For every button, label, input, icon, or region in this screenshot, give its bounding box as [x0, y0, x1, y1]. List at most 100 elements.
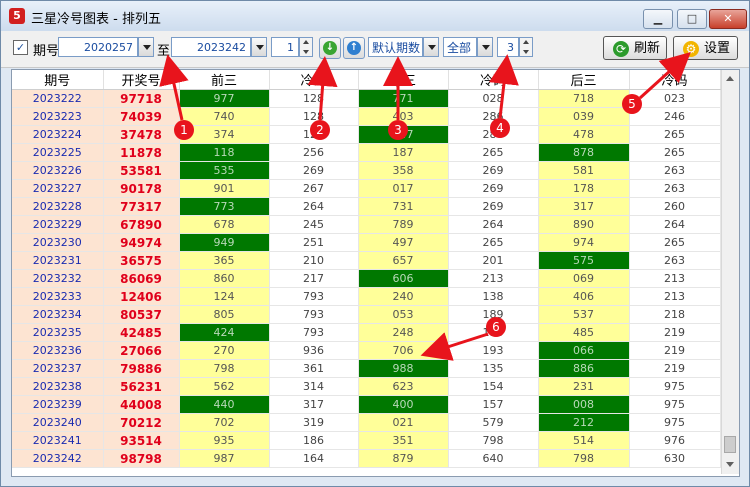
period-cell[interactable]: 2023242 [12, 449, 104, 468]
back-three-cell[interactable]: 406 [538, 287, 630, 306]
draw-number-cell[interactable]: 53581 [103, 161, 180, 180]
table-row[interactable]: 2023236 27066 270 936 706 193 066 219 [12, 341, 721, 360]
front-three-cell[interactable]: 987 [179, 449, 270, 468]
maximize-button[interactable]: □ [677, 9, 707, 29]
middle-cold-cell[interactable]: 213 [448, 269, 539, 288]
middle-three-cell[interactable]: 606 [358, 269, 449, 288]
period-checkbox[interactable]: ✓ [13, 40, 28, 55]
period-cell[interactable]: 2023226 [12, 161, 104, 180]
period-cell[interactable]: 2023233 [12, 287, 104, 306]
back-cold-cell[interactable]: 975 [629, 377, 721, 396]
back-cold-cell[interactable]: 213 [629, 287, 721, 306]
middle-cold-cell[interactable]: 138 [448, 287, 539, 306]
front-cold-cell[interactable]: 251 [269, 233, 359, 252]
table-row[interactable]: 2023232 86069 860 217 606 213 069 213 [12, 269, 721, 288]
column-header[interactable]: 冷码 [629, 70, 721, 90]
column-header[interactable]: 后三 [538, 70, 630, 90]
front-cold-cell[interactable]: 267 [269, 179, 359, 198]
middle-cold-cell[interactable]: 269 [448, 179, 539, 198]
back-three-cell[interactable]: 178 [538, 179, 630, 198]
front-cold-cell[interactable]: 245 [269, 215, 359, 234]
back-cold-cell[interactable]: 976 [629, 431, 721, 450]
period-cell[interactable]: 2023230 [12, 233, 104, 252]
table-row[interactable]: 2023240 70212 702 319 021 579 212 975 [12, 413, 721, 432]
middle-cold-cell[interactable]: 579 [448, 413, 539, 432]
front-three-cell[interactable]: 678 [179, 215, 270, 234]
front-three-cell[interactable]: 935 [179, 431, 270, 450]
middle-three-cell[interactable]: 351 [358, 431, 449, 450]
draw-number-cell[interactable]: 94974 [103, 233, 180, 252]
filter-dropdown[interactable] [477, 37, 493, 57]
front-three-cell[interactable]: 562 [179, 377, 270, 396]
middle-cold-cell[interactable]: 154 [448, 377, 539, 396]
draw-number-cell[interactable]: 90178 [103, 179, 180, 198]
middle-cold-cell[interactable]: 264 [448, 215, 539, 234]
draw-number-cell[interactable]: 93514 [103, 431, 180, 450]
table-row[interactable]: 2023241 93514 935 186 351 798 514 976 [12, 431, 721, 450]
back-three-cell[interactable]: 798 [538, 449, 630, 468]
draw-number-cell[interactable]: 12406 [103, 287, 180, 306]
front-three-cell[interactable]: 124 [179, 287, 270, 306]
period-cell[interactable]: 2023234 [12, 305, 104, 324]
back-cold-cell[interactable]: 265 [629, 233, 721, 252]
middle-three-cell[interactable]: 240 [358, 287, 449, 306]
draw-number-cell[interactable]: 44008 [103, 395, 180, 414]
back-three-cell[interactable]: 575 [538, 251, 630, 270]
period-cell[interactable]: 2023240 [12, 413, 104, 432]
back-cold-cell[interactable]: 219 [629, 323, 721, 342]
draw-number-cell[interactable]: 98798 [103, 449, 180, 468]
front-cold-cell[interactable]: 186 [269, 431, 359, 450]
back-three-cell[interactable]: 718 [538, 89, 630, 108]
back-cold-cell[interactable]: 975 [629, 395, 721, 414]
column-header[interactable]: 开奖号 [103, 70, 180, 90]
offset-input[interactable]: 1 [271, 37, 299, 57]
front-three-cell[interactable]: 535 [179, 161, 270, 180]
period-cell[interactable]: 2023223 [12, 107, 104, 126]
period-cell[interactable]: 2023236 [12, 341, 104, 360]
draw-number-cell[interactable]: 37478 [103, 125, 180, 144]
front-cold-cell[interactable]: 128 [269, 125, 359, 144]
front-cold-cell[interactable]: 217 [269, 269, 359, 288]
middle-cold-cell[interactable]: 640 [448, 449, 539, 468]
middle-three-cell[interactable]: 657 [358, 251, 449, 270]
front-three-cell[interactable]: 860 [179, 269, 270, 288]
table-row[interactable]: 2023239 44008 440 317 400 157 008 975 [12, 395, 721, 414]
scroll-down-icon[interactable] [726, 462, 734, 467]
front-cold-cell[interactable]: 269 [269, 161, 359, 180]
back-three-cell[interactable]: 581 [538, 161, 630, 180]
front-three-cell[interactable]: 440 [179, 395, 270, 414]
back-three-cell[interactable]: 514 [538, 431, 630, 450]
front-cold-cell[interactable]: 936 [269, 341, 359, 360]
back-three-cell[interactable]: 231 [538, 377, 630, 396]
middle-cold-cell[interactable]: 193 [448, 341, 539, 360]
front-cold-cell[interactable]: 128 [269, 89, 359, 108]
back-cold-cell[interactable]: 263 [629, 161, 721, 180]
refresh-button[interactable]: ⟳ 刷新 [603, 36, 667, 60]
period-mode-dropdown[interactable] [423, 37, 439, 57]
front-cold-cell[interactable]: 256 [269, 143, 359, 162]
period-mode-select[interactable]: 默认期数 [368, 37, 423, 57]
back-cold-cell[interactable]: 265 [629, 125, 721, 144]
back-cold-cell[interactable]: 263 [629, 179, 721, 198]
middle-cold-cell[interactable]: 269 [448, 197, 539, 216]
settings-button[interactable]: ⚙ 设置 [673, 36, 738, 60]
middle-three-cell[interactable]: 706 [358, 341, 449, 360]
middle-cold-cell[interactable]: 201 [448, 251, 539, 270]
period-cell[interactable]: 2023231 [12, 251, 104, 270]
front-three-cell[interactable]: 798 [179, 359, 270, 378]
table-row[interactable]: 2023226 53581 535 269 358 269 581 263 [12, 161, 721, 180]
back-cold-cell[interactable]: 213 [629, 269, 721, 288]
middle-three-cell[interactable]: 187 [358, 143, 449, 162]
back-cold-cell[interactable]: 219 [629, 359, 721, 378]
period-cell[interactable]: 2023222 [12, 89, 104, 108]
period-cell[interactable]: 2023238 [12, 377, 104, 396]
middle-three-cell[interactable]: 789 [358, 215, 449, 234]
middle-cold-cell[interactable]: 286 [448, 107, 539, 126]
middle-three-cell[interactable]: 053 [358, 305, 449, 324]
back-three-cell[interactable]: 212 [538, 413, 630, 432]
draw-number-cell[interactable]: 42485 [103, 323, 180, 342]
back-cold-cell[interactable]: 264 [629, 215, 721, 234]
middle-three-cell[interactable]: 021 [358, 413, 449, 432]
draw-number-cell[interactable]: 80537 [103, 305, 180, 324]
back-cold-cell[interactable]: 975 [629, 413, 721, 432]
